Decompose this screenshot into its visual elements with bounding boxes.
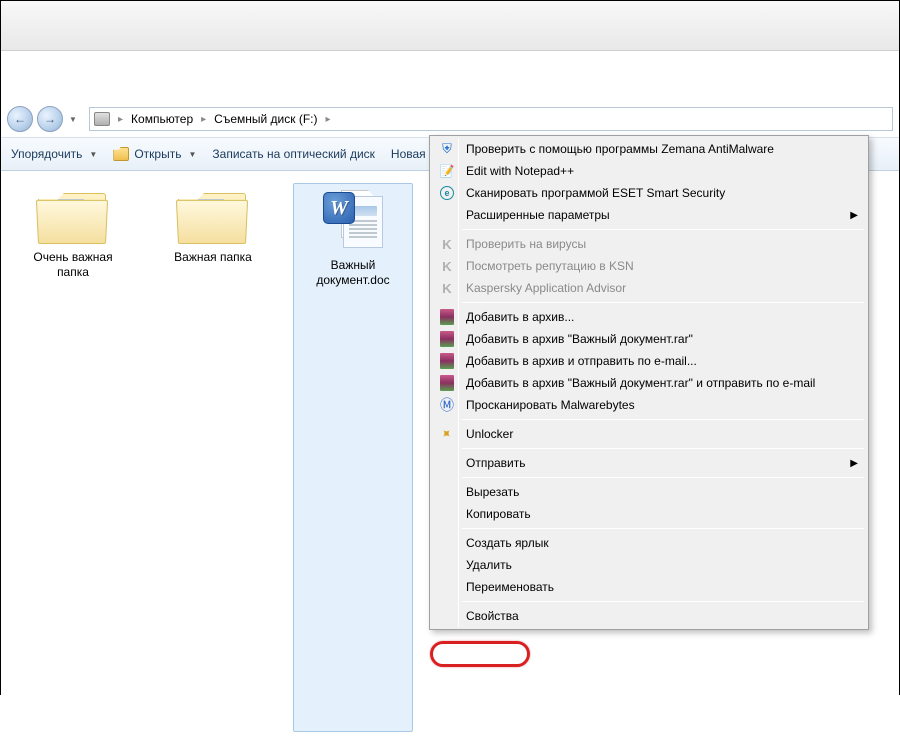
blank-icon — [436, 556, 458, 574]
cm-delete[interactable]: Удалить — [432, 554, 866, 576]
blank-icon — [436, 578, 458, 596]
window-titlebar — [1, 1, 899, 51]
cm-copy[interactable]: Копировать — [432, 503, 866, 525]
folder-item[interactable]: Очень важная папка — [13, 183, 133, 732]
cm-unlocker[interactable]: ✦ Unlocker — [432, 423, 866, 445]
cm-cut[interactable]: Вырезать — [432, 481, 866, 503]
kaspersky-icon: K — [436, 279, 458, 297]
folder-icon — [38, 189, 108, 244]
burn-label: Записать на оптический диск — [212, 147, 375, 161]
cm-sendto[interactable]: Отправить ▶ — [432, 452, 866, 474]
cm-kaspersky-ksn: K Посмотреть репутацию в KSN — [432, 255, 866, 277]
wand-icon: ✦ — [433, 420, 461, 448]
cm-kaspersky-advisor: K Kaspersky Application Advisor — [432, 277, 866, 299]
blank-icon — [436, 206, 458, 224]
cm-separator — [462, 528, 864, 529]
blank-icon — [436, 454, 458, 472]
cm-separator — [462, 601, 864, 602]
submenu-arrow-icon: ▶ — [850, 210, 858, 221]
cm-create-shortcut[interactable]: Создать ярлык — [432, 532, 866, 554]
eset-icon: e — [436, 184, 458, 202]
toolbar-open[interactable]: Открыть ▼ — [113, 147, 196, 161]
cm-notepadpp[interactable]: 📝 Edit with Notepad++ — [432, 160, 866, 182]
file-item-selected[interactable]: W Важный документ.doc — [293, 183, 413, 732]
kaspersky-icon: K — [436, 235, 458, 253]
drive-icon — [94, 112, 110, 126]
blank-icon — [436, 483, 458, 501]
folder-open-icon — [113, 147, 129, 161]
breadcrumb-separator: ▸ — [114, 114, 127, 125]
cm-rar-addname[interactable]: Добавить в архив "Важный документ.rar" — [432, 328, 866, 350]
nav-back-button[interactable]: ← — [7, 106, 33, 132]
nav-history-dropdown[interactable]: ▼ — [67, 115, 79, 124]
cm-rar-email[interactable]: Добавить в архив и отправить по e-mail..… — [432, 350, 866, 372]
context-menu: ⛨ Проверить с помощью программы Zemana A… — [429, 135, 869, 630]
kaspersky-icon: K — [436, 257, 458, 275]
breadcrumb[interactable]: ▸ Компьютер ▸ Съемный диск (F:) ▸ — [89, 107, 893, 131]
breadcrumb-item-drive[interactable]: Съемный диск (F:) — [214, 112, 317, 126]
winrar-icon — [436, 330, 458, 348]
cm-separator — [462, 419, 864, 420]
file-label: Важный документ.doc — [298, 258, 408, 288]
cm-rename[interactable]: Переименовать — [432, 576, 866, 598]
winrar-icon — [436, 374, 458, 392]
toolbar-burn[interactable]: Записать на оптический диск — [212, 147, 375, 161]
blank-icon — [436, 534, 458, 552]
file-label: Очень важная папка — [18, 250, 128, 280]
chevron-down-icon: ▼ — [188, 150, 196, 159]
blank-icon — [436, 607, 458, 625]
cm-extended[interactable]: Расширенные параметры ▶ — [432, 204, 866, 226]
notepad-icon: 📝 — [436, 162, 458, 180]
file-label: Важная папка — [174, 250, 252, 265]
cm-properties[interactable]: Свойства — [432, 605, 866, 627]
cm-rar-nameemail[interactable]: Добавить в архив "Важный документ.rar" и… — [432, 372, 866, 394]
folder-item[interactable]: Важная папка — [153, 183, 273, 732]
cm-rar-add[interactable]: Добавить в архив... — [432, 306, 866, 328]
breadcrumb-separator: ▸ — [197, 114, 210, 125]
winrar-icon — [436, 308, 458, 326]
open-label: Открыть — [134, 147, 181, 161]
cm-separator — [462, 229, 864, 230]
cm-zemana[interactable]: ⛨ Проверить с помощью программы Zemana A… — [432, 138, 866, 160]
cm-separator — [462, 477, 864, 478]
cm-separator — [462, 448, 864, 449]
nav-forward-button[interactable]: → — [37, 106, 63, 132]
folder-icon — [178, 189, 248, 244]
cm-eset-scan[interactable]: e Сканировать программой ESET Smart Secu… — [432, 182, 866, 204]
navigation-bar: ← → ▼ ▸ Компьютер ▸ Съемный диск (F:) ▸ — [1, 101, 899, 137]
breadcrumb-item-computer[interactable]: Компьютер — [131, 112, 193, 126]
cm-separator — [462, 302, 864, 303]
cm-malwarebytes[interactable]: Ⓜ Просканировать Malwarebytes — [432, 394, 866, 416]
breadcrumb-separator: ▸ — [322, 114, 335, 125]
winrar-icon — [436, 352, 458, 370]
word-doc-icon: W — [323, 190, 383, 252]
shield-icon: ⛨ — [436, 140, 458, 158]
toolbar-organize[interactable]: Упорядочить ▼ — [11, 147, 97, 161]
submenu-arrow-icon: ▶ — [850, 458, 858, 469]
malwarebytes-icon: Ⓜ — [436, 396, 458, 414]
organize-label: Упорядочить — [11, 147, 82, 161]
chevron-down-icon: ▼ — [89, 150, 97, 159]
cm-kaspersky-check: K Проверить на вирусы — [432, 233, 866, 255]
blank-icon — [436, 505, 458, 523]
